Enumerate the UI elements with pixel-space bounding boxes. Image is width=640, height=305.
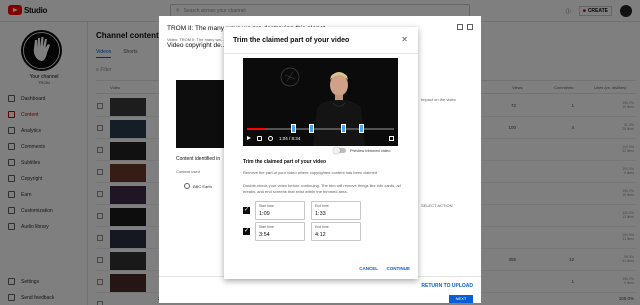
description-2: Double-check your video before continuin… xyxy=(243,183,401,194)
video-player[interactable]: 1:04 / 8:34 xyxy=(243,58,398,146)
end-time-value: 4:12 xyxy=(315,232,326,238)
preview-toggle-group: Preview trimmed video xyxy=(333,146,391,154)
feedback-icon[interactable] xyxy=(457,24,463,30)
trim-handle-end[interactable] xyxy=(309,124,314,133)
return-to-upload-button[interactable]: RETURN TO UPLOAD xyxy=(421,283,473,289)
continue-button[interactable]: CONTINUE xyxy=(387,266,411,271)
start-time-field[interactable]: Start time 1:09 xyxy=(255,201,305,220)
start-time-label: Start time xyxy=(259,204,274,208)
toggle-knob xyxy=(333,146,340,154)
modal-header-icons xyxy=(457,24,473,30)
close-icon[interactable]: ✕ xyxy=(401,36,408,44)
start-time-value: 3:54 xyxy=(259,232,270,238)
dialog-title: Trim the claimed part of your video xyxy=(233,37,350,44)
preview-label: Preview trimmed video xyxy=(350,148,391,153)
segment-checkbox[interactable]: ✓ xyxy=(243,228,250,235)
fullscreen-icon[interactable] xyxy=(389,135,394,141)
section-title: Trim the claimed part of your video xyxy=(243,159,327,165)
modal-footer: RETURN TO UPLOAD NEXT xyxy=(159,276,481,303)
trim-handle-start-2[interactable] xyxy=(341,124,346,133)
preview-toggle[interactable] xyxy=(333,146,346,154)
video-progress-bar[interactable] xyxy=(247,124,394,133)
trim-handle-end-2[interactable] xyxy=(359,124,364,133)
volume-icon[interactable] xyxy=(268,135,273,141)
segment-checkbox[interactable]: ✓ xyxy=(243,207,250,214)
trim-dialog: Trim the claimed part of your video ✕ 1:… xyxy=(224,27,418,279)
video-time: 1:04 / 8:34 xyxy=(279,135,301,141)
progress-played xyxy=(247,128,266,130)
video-frame xyxy=(243,58,398,146)
asset-name: BBC Earth xyxy=(193,183,212,189)
asset-icon xyxy=(184,183,190,189)
end-time-label: End time xyxy=(315,204,329,208)
impact-header: Impact on the video xyxy=(421,97,456,102)
claim-asset[interactable]: BBC Earth xyxy=(184,183,212,189)
next-button[interactable]: NEXT xyxy=(449,295,473,303)
dialog-footer: CANCEL CONTINUE xyxy=(224,259,418,279)
end-time-field[interactable]: End time 1:33 xyxy=(311,201,361,220)
start-time-field[interactable]: Start time 3:54 xyxy=(255,222,305,241)
trim-segment: ✓ Start time 1:09 End time 1:33 xyxy=(243,201,403,221)
end-time-field[interactable]: End time 4:12 xyxy=(311,222,361,241)
divider xyxy=(224,53,418,54)
close-icon[interactable] xyxy=(467,24,473,30)
trim-segment: ✓ Start time 3:54 End time 4:12 xyxy=(243,222,403,242)
cancel-button[interactable]: CANCEL xyxy=(359,266,378,271)
trim-handle-start[interactable] xyxy=(291,124,296,133)
select-action-button[interactable]: SELECT ACTION xyxy=(421,203,453,208)
start-time-value: 1:09 xyxy=(259,211,270,217)
content-identified-heading: Content identified in xyxy=(176,156,221,162)
start-time-label: Start time xyxy=(259,225,274,229)
content-used-label: Content used xyxy=(176,169,200,174)
end-time-value: 1:33 xyxy=(315,211,326,217)
description-1: Remove the part of your video where copy… xyxy=(243,170,378,175)
skip-next-icon[interactable] xyxy=(257,135,262,141)
end-time-label: End time xyxy=(315,225,329,229)
player-controls: 1:04 / 8:34 xyxy=(247,134,394,142)
play-icon[interactable] xyxy=(247,136,251,140)
modal-subtitle: Video copyright de... xyxy=(167,42,227,49)
